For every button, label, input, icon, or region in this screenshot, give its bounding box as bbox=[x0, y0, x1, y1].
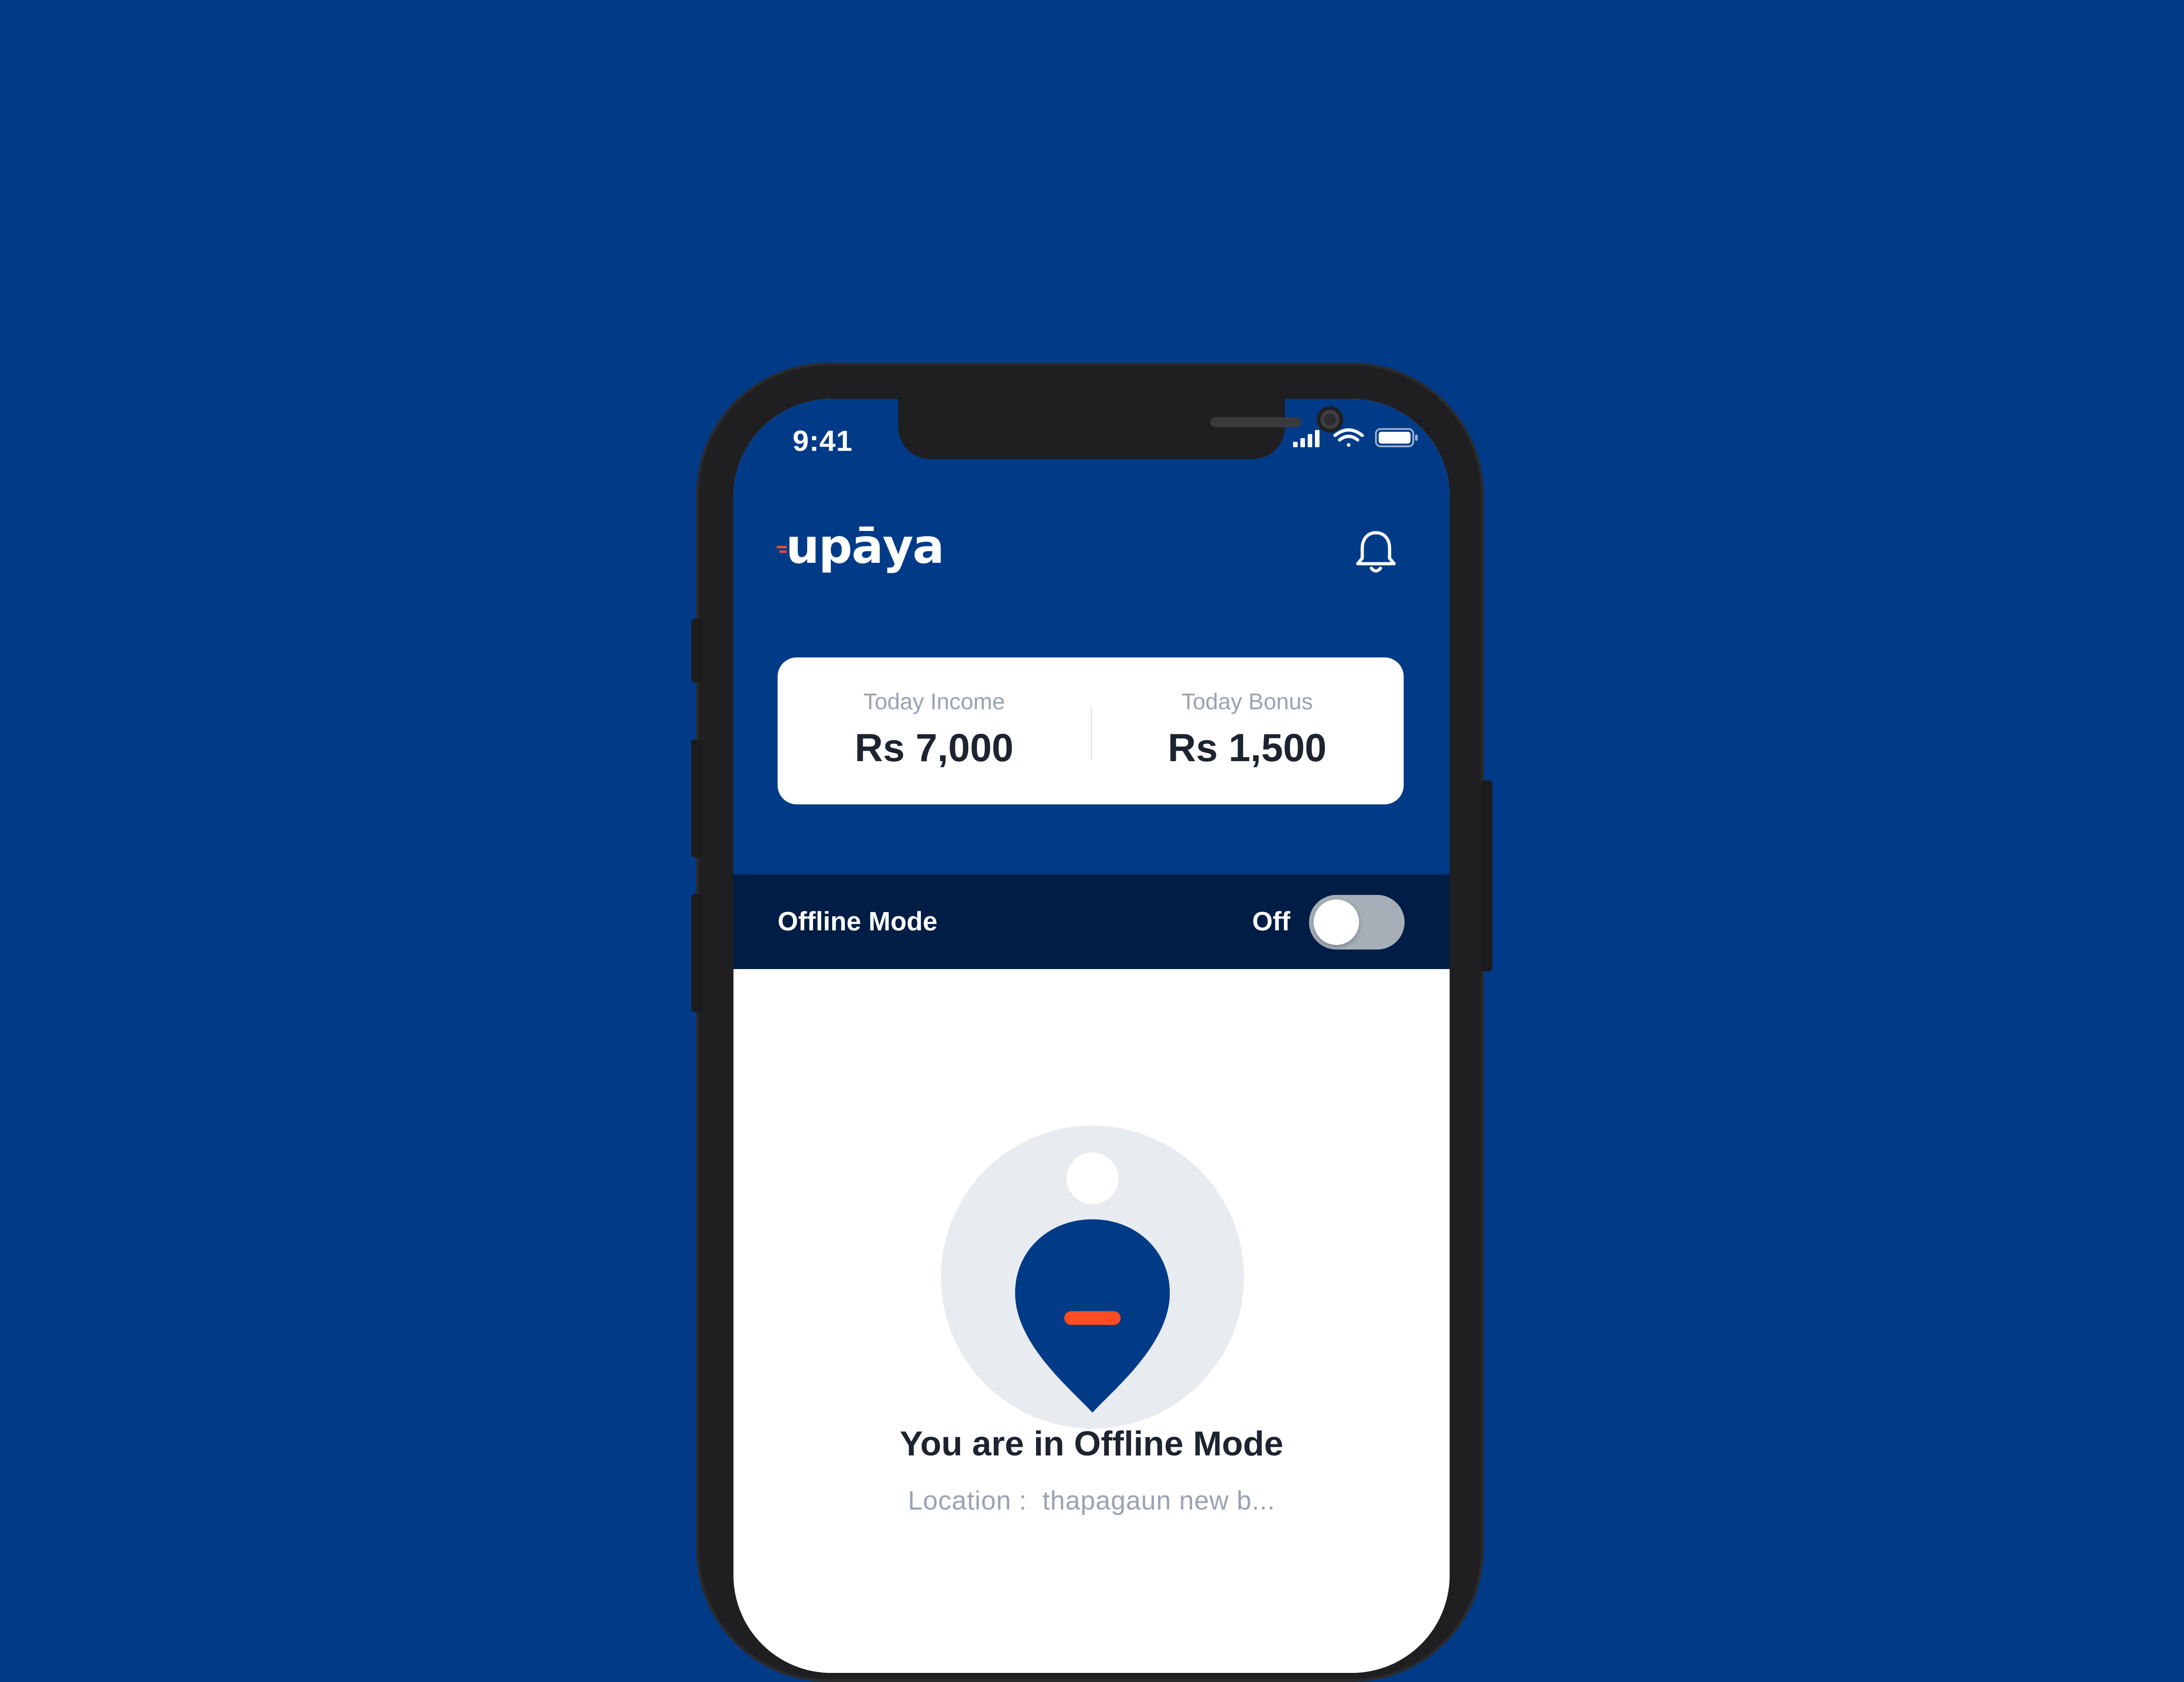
status-time: 9:41 bbox=[793, 424, 853, 457]
power-button bbox=[1481, 780, 1492, 971]
notification-bell-icon[interactable] bbox=[1353, 526, 1399, 576]
offline-mode-label: Offline Mode bbox=[778, 907, 938, 936]
main-content: You are in Offline Mode Location : thapa… bbox=[733, 969, 1450, 1673]
toggle-knob bbox=[1314, 899, 1359, 945]
notch bbox=[898, 399, 1343, 459]
today-income-label: Today Income bbox=[863, 689, 1005, 714]
signal-icon bbox=[1293, 430, 1320, 447]
location-value: thapagaun new b... bbox=[1042, 1486, 1275, 1515]
offline-title: You are in Offline Mode bbox=[900, 1424, 1284, 1463]
status-icons bbox=[1293, 428, 1418, 447]
volume-down-button bbox=[691, 894, 703, 1012]
pin-dot bbox=[1067, 1152, 1118, 1204]
pin-base bbox=[1064, 1311, 1121, 1325]
app-logo: upāya bbox=[777, 520, 945, 574]
today-bonus-label: Today Bonus bbox=[1181, 689, 1313, 714]
phone-screen: 9:41 upāya Today Income Rs 7,000 Today B… bbox=[733, 399, 1450, 1673]
location-pin-detail bbox=[1064, 1152, 1121, 1325]
location-line: Location : thapagaun new b... bbox=[733, 1485, 1450, 1516]
earnings-card: Today Income Rs 7,000 Today Bonus Rs 1,5… bbox=[778, 657, 1404, 804]
wifi-icon bbox=[1333, 428, 1364, 447]
volume-up-button bbox=[691, 739, 703, 858]
speaker bbox=[1210, 417, 1301, 427]
today-income-value: Rs 7,000 bbox=[854, 726, 1014, 770]
location-label: Location : bbox=[908, 1486, 1027, 1515]
offline-mode-state: Off bbox=[1252, 907, 1290, 936]
today-bonus: Today Bonus Rs 1,500 bbox=[1091, 657, 1404, 804]
today-income: Today Income Rs 7,000 bbox=[778, 657, 1091, 804]
silent-switch bbox=[691, 619, 703, 682]
battery-icon bbox=[1375, 428, 1418, 447]
today-bonus-value: Rs 1,500 bbox=[1168, 726, 1327, 770]
svg-text:upāya: upāya bbox=[786, 520, 944, 574]
offline-mode-toggle[interactable] bbox=[1309, 895, 1405, 950]
offline-mode-bar: Offline Mode Off bbox=[733, 874, 1450, 969]
